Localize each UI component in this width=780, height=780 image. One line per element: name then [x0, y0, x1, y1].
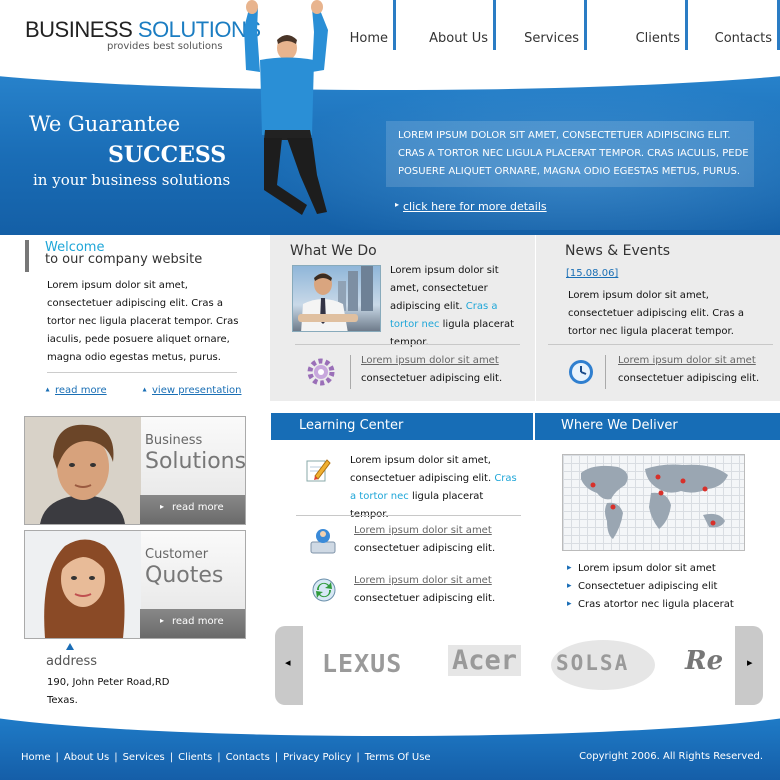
- what-we-do-sub: consectetuer adipiscing elit.: [361, 373, 503, 384]
- news-date-link[interactable]: [15.08.06]: [566, 268, 618, 279]
- jumping-man-image: [244, 0, 328, 215]
- address-title: address: [46, 654, 98, 669]
- business-solutions-card[interactable]: Business Solutions read more: [24, 416, 246, 525]
- world-map: [562, 454, 745, 551]
- news-sub: consectetuer adipiscing elit.: [618, 373, 760, 384]
- learning-link-2[interactable]: Lorem ipsum dolor sit amet: [354, 575, 492, 586]
- welcome-subtitle: to our company website: [45, 252, 203, 267]
- learning-text: Lorem ipsum dolor sit amet, consectetuer…: [350, 455, 517, 520]
- partner-logo-re[interactable]: Re: [685, 646, 723, 676]
- copyright: Copyright 2006. All Rights Reserved.: [579, 751, 763, 762]
- news-text: Lorem ipsum dolor sit amet, consectetuer…: [568, 290, 745, 337]
- solsa-logo[interactable]: SOLSA: [551, 640, 655, 690]
- main-nav: Home About Us Services Clients Contacts: [348, 0, 780, 55]
- page: We Guarantee SUCCESS in your business so…: [0, 0, 780, 780]
- hero-banner: We Guarantee SUCCESS in your business so…: [0, 60, 780, 235]
- what-we-do-link[interactable]: Lorem ipsum dolor sit amet: [361, 355, 499, 366]
- acer-logo[interactable]: Acer: [448, 645, 522, 676]
- read-more-link[interactable]: read more: [55, 385, 107, 396]
- pencil-note-icon: [306, 459, 331, 482]
- hero-line2: SUCCESS: [108, 142, 227, 168]
- refresh-globe-icon: [312, 578, 336, 602]
- footer-link-contacts[interactable]: Contacts: [226, 752, 270, 763]
- learning-sub-2: consectetuer adipiscing elit.: [354, 593, 496, 604]
- what-we-do-text: Lorem ipsum dolor sit amet, consectetuer…: [390, 265, 515, 348]
- news-title: News & Events: [565, 243, 671, 259]
- footer-link-privacy[interactable]: Privacy Policy: [283, 752, 351, 763]
- learning-link-1[interactable]: Lorem ipsum dolor sit amet: [354, 525, 492, 536]
- slider-prev-arrow-icon[interactable]: ◂: [285, 656, 291, 669]
- what-we-do-section: What We Do Lorem ipsum dolor sit amet, c…: [270, 235, 535, 401]
- nav-services[interactable]: Services: [496, 0, 587, 50]
- card-title-2: Customer: [145, 547, 209, 562]
- logo[interactable]: BUSINESS SOLUTIONS: [25, 17, 261, 43]
- card-heading-1: Solutions: [145, 449, 247, 474]
- card-heading-2: Quotes: [145, 563, 224, 588]
- nav-home[interactable]: Home: [348, 0, 396, 50]
- where-we-deliver-header: Where We Deliver: [535, 413, 780, 440]
- what-we-do-title: What We Do: [290, 243, 377, 259]
- footer-link-clients[interactable]: Clients: [178, 752, 212, 763]
- businessman-photo: [292, 265, 381, 332]
- woman-portrait: [25, 531, 141, 638]
- welcome-section: Welcome to our company website Lorem ips…: [0, 235, 270, 405]
- news-section: News & Events [15.08.06] Lorem ipsum dol…: [535, 235, 780, 401]
- partner-logo-slider: ◂ ▸ LEXUS Acer SOLSA Re: [275, 626, 763, 705]
- address-line-1: 190, John Peter Road,RD: [47, 677, 170, 688]
- address-line-2: Texas.: [47, 695, 78, 706]
- footer-links: Home | About Us | Services | Clients | Conta…: [21, 752, 431, 763]
- footer: Home | About Us | Services | Clients | Conta…: [0, 716, 780, 780]
- clock-icon: [569, 360, 593, 384]
- footer-link-home[interactable]: Home: [21, 752, 51, 763]
- news-link[interactable]: Lorem ipsum dolor sit amet: [618, 355, 756, 366]
- nav-about[interactable]: About Us: [396, 0, 496, 50]
- address-marker-icon: [66, 643, 74, 650]
- card-read-more-button-2[interactable]: read more: [140, 609, 245, 638]
- hero-line3: in your business solutions: [33, 171, 231, 189]
- hero-text-box: LOREM IPSUM DOLOR SIT AMET, CONSECTETUER…: [386, 121, 754, 187]
- delivery-bullet-1: Lorem ipsum dolor sit amet: [567, 563, 716, 574]
- welcome-text: Lorem ipsum dolor sit amet, consectetuer…: [47, 280, 239, 363]
- lexus-logo[interactable]: LEXUS: [322, 649, 402, 678]
- gear-icon: [307, 358, 335, 386]
- logo-tagline: provides best solutions: [107, 41, 223, 52]
- more-details-link[interactable]: click here for more details: [395, 200, 547, 213]
- header: BUSINESS SOLUTIONS provides best solutio…: [0, 0, 780, 60]
- view-presentation-link[interactable]: view presentation: [152, 385, 242, 396]
- delivery-bullet-2: Consectetuer adipiscing elit: [567, 581, 717, 592]
- card-title-1: Business: [145, 433, 203, 448]
- card-read-more-button-1[interactable]: read more: [140, 495, 245, 524]
- learning-sub-1: consectetuer adipiscing elit.: [354, 543, 496, 554]
- footer-link-terms[interactable]: Terms Of Use: [365, 752, 431, 763]
- customer-quotes-card[interactable]: Customer Quotes read more: [24, 530, 246, 639]
- footer-link-about[interactable]: About Us: [64, 752, 109, 763]
- man-portrait: [25, 417, 141, 524]
- footer-link-services[interactable]: Services: [123, 752, 165, 763]
- nav-contacts[interactable]: Contacts: [688, 0, 780, 50]
- slider-next-arrow-icon[interactable]: ▸: [747, 656, 753, 669]
- user-computer-icon: [310, 529, 336, 554]
- learning-center-header: Learning Center: [271, 413, 533, 440]
- nav-clients[interactable]: Clients: [587, 0, 688, 50]
- hero-line1: We Guarantee: [29, 112, 181, 136]
- delivery-bullet-3: Cras atortor nec ligula placerat: [567, 599, 734, 610]
